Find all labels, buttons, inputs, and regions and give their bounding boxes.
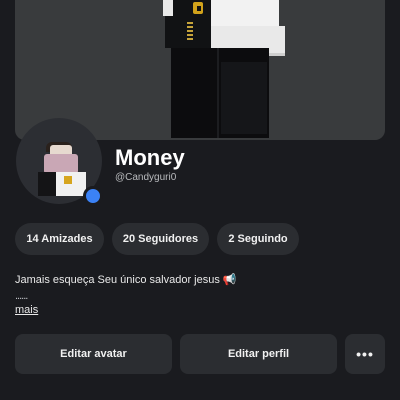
profile-page: Money @Candyguri0 14 Amizades 20 Seguido… (0, 0, 400, 400)
followers-count-button[interactable]: 20 Seguidores (112, 223, 209, 255)
more-options-icon: ••• (356, 346, 374, 362)
display-name: Money (115, 145, 185, 170)
following-count-button[interactable]: 2 Seguindo (217, 223, 299, 255)
presence-indicator-icon (83, 186, 103, 206)
more-options-button[interactable]: ••• (345, 334, 385, 374)
read-more-link[interactable]: mais (15, 304, 38, 316)
friends-count-label: 14 Amizades (26, 233, 93, 245)
friends-count-button[interactable]: 14 Amizades (15, 223, 104, 255)
edit-profile-label: Editar perfil (227, 348, 290, 360)
bio-text: Jamais esqueça Seu único salvador jesus … (15, 274, 237, 286)
bio-dots: ...... (15, 290, 28, 302)
edit-avatar-button[interactable]: Editar avatar (15, 334, 172, 374)
username: @Candyguri0 (115, 172, 177, 183)
following-count-label: 2 Seguindo (228, 233, 288, 245)
edit-profile-button[interactable]: Editar perfil (180, 334, 337, 374)
followers-count-label: 20 Seguidores (122, 233, 199, 245)
edit-avatar-label: Editar avatar (60, 348, 127, 360)
